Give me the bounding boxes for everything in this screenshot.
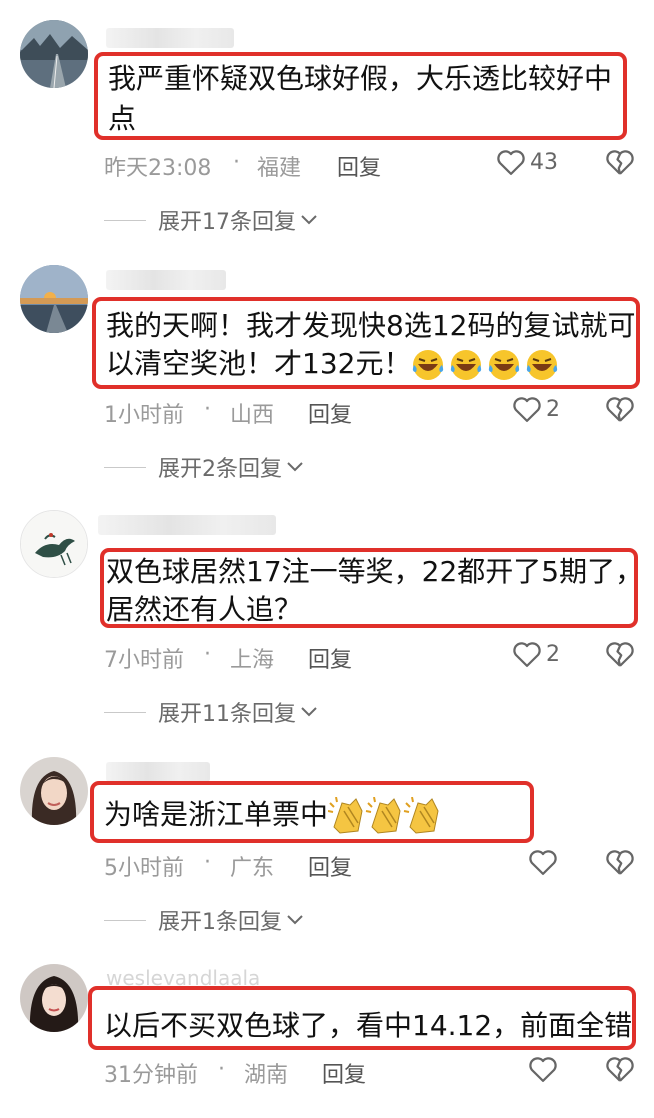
separator-dot: · [204,642,211,667]
like-button[interactable]: 43 [496,148,558,176]
comment-time: 昨天23:08 [104,156,212,181]
laughing-tears-emoji [411,347,559,380]
comment-region: 山西 [230,403,275,428]
sunset-road-avatar [20,265,88,333]
reply-button[interactable]: 回复 [308,397,352,429]
road-landscape-avatar [20,20,88,88]
crane-ink-avatar [21,511,87,577]
comment-region: 广东 [230,856,275,881]
dislike-button[interactable] [605,848,635,876]
heart-icon [513,642,541,667]
comment-time: 31分钟前 [104,1063,198,1088]
chevron-down-icon [287,915,303,925]
divider-line [104,466,146,468]
expand-label: 展开1条回复 [158,910,282,935]
comment-text-line: 双色球居然17注一等奖，22都开了5期了， [106,555,644,588]
like-count: 2 [546,641,560,667]
comment-text-line: 居然还有人追？ [106,593,303,626]
expand-label: 展开2条回复 [158,457,282,482]
username-blurred[interactable] [106,762,210,782]
like-button[interactable] [528,848,558,876]
dislike-button[interactable] [605,148,635,176]
avatar[interactable] [20,757,88,825]
heart-icon [529,1057,557,1082]
dislike-button[interactable] [605,1055,635,1083]
comment-text-segment: 以清空奖池！才132元！ [106,347,412,380]
woman-portrait-avatar [20,757,88,825]
dislike-button[interactable] [605,395,635,423]
expand-replies-button[interactable]: 展开11条回复 [104,696,318,728]
like-count: 43 [530,149,558,175]
username-blurred[interactable] [106,28,234,48]
comment-time: 5小时前 [104,856,184,881]
separator-dot: · [204,397,211,422]
heart-icon [529,850,557,875]
comment-region: 湖南 [244,1063,289,1088]
separator-dot: · [218,1057,225,1082]
reply-button[interactable]: 回复 [308,850,352,882]
heart-icon [497,150,525,175]
like-count: 2 [546,396,560,422]
comment-text-line: 我严重怀疑双色球好假，大乐透比较好中 [108,62,613,95]
divider-line [104,919,146,921]
username-blurred[interactable] [106,270,226,290]
comment-text-line: 我的天啊！我才发现快8选12码的复试就可 [106,309,636,342]
dislike-button[interactable] [605,640,635,668]
divider-line [104,219,146,221]
broken-heart-icon [606,150,634,175]
broken-heart-icon [606,397,634,422]
expand-replies-button[interactable]: 展开17条回复 [104,204,318,236]
expand-replies-button[interactable]: 展开2条回复 [104,451,304,483]
broken-heart-icon [606,642,634,667]
broken-heart-icon [606,1057,634,1082]
separator-dot: · [233,150,240,175]
like-button[interactable]: 2 [512,640,560,668]
expand-label: 展开11条回复 [158,702,296,727]
chevron-down-icon [287,462,303,472]
divider-line [104,711,146,713]
heart-icon [513,397,541,422]
expand-label: 展开17条回复 [158,210,296,235]
comment-region: 上海 [230,648,275,673]
chevron-down-icon [301,707,317,717]
reply-button[interactable]: 回复 [308,642,352,674]
comment-region: 福建 [257,156,302,181]
comment-time: 7小时前 [104,648,184,673]
expand-replies-button[interactable]: 展开1条回复 [104,904,304,936]
comment-text-line: 点 [108,102,137,135]
username-blurred[interactable] [98,515,276,535]
comment-time: 1小时前 [104,403,184,428]
broken-heart-icon [606,850,634,875]
reply-button[interactable]: 回复 [337,150,381,182]
comment-text-line: 以后不买双色球了，看中14.12，前面全错 [104,1009,633,1042]
avatar[interactable] [20,265,88,333]
woman-portrait-2-avatar [20,964,88,1032]
like-button[interactable] [528,1055,558,1083]
avatar[interactable] [20,964,88,1032]
comment-text-line: 为啥是浙江单票中 [104,795,442,835]
chevron-down-icon [301,215,317,225]
comment-text-segment: 为啥是浙江单票中 [104,798,329,831]
like-button[interactable]: 2 [512,395,560,423]
comment-text-line: 以清空奖池！才132元！ [106,344,559,384]
reply-button[interactable]: 回复 [322,1057,366,1089]
separator-dot: · [204,850,211,875]
avatar[interactable] [20,20,88,88]
avatar[interactable] [20,510,88,578]
clapping-hands-emoji [328,797,442,834]
